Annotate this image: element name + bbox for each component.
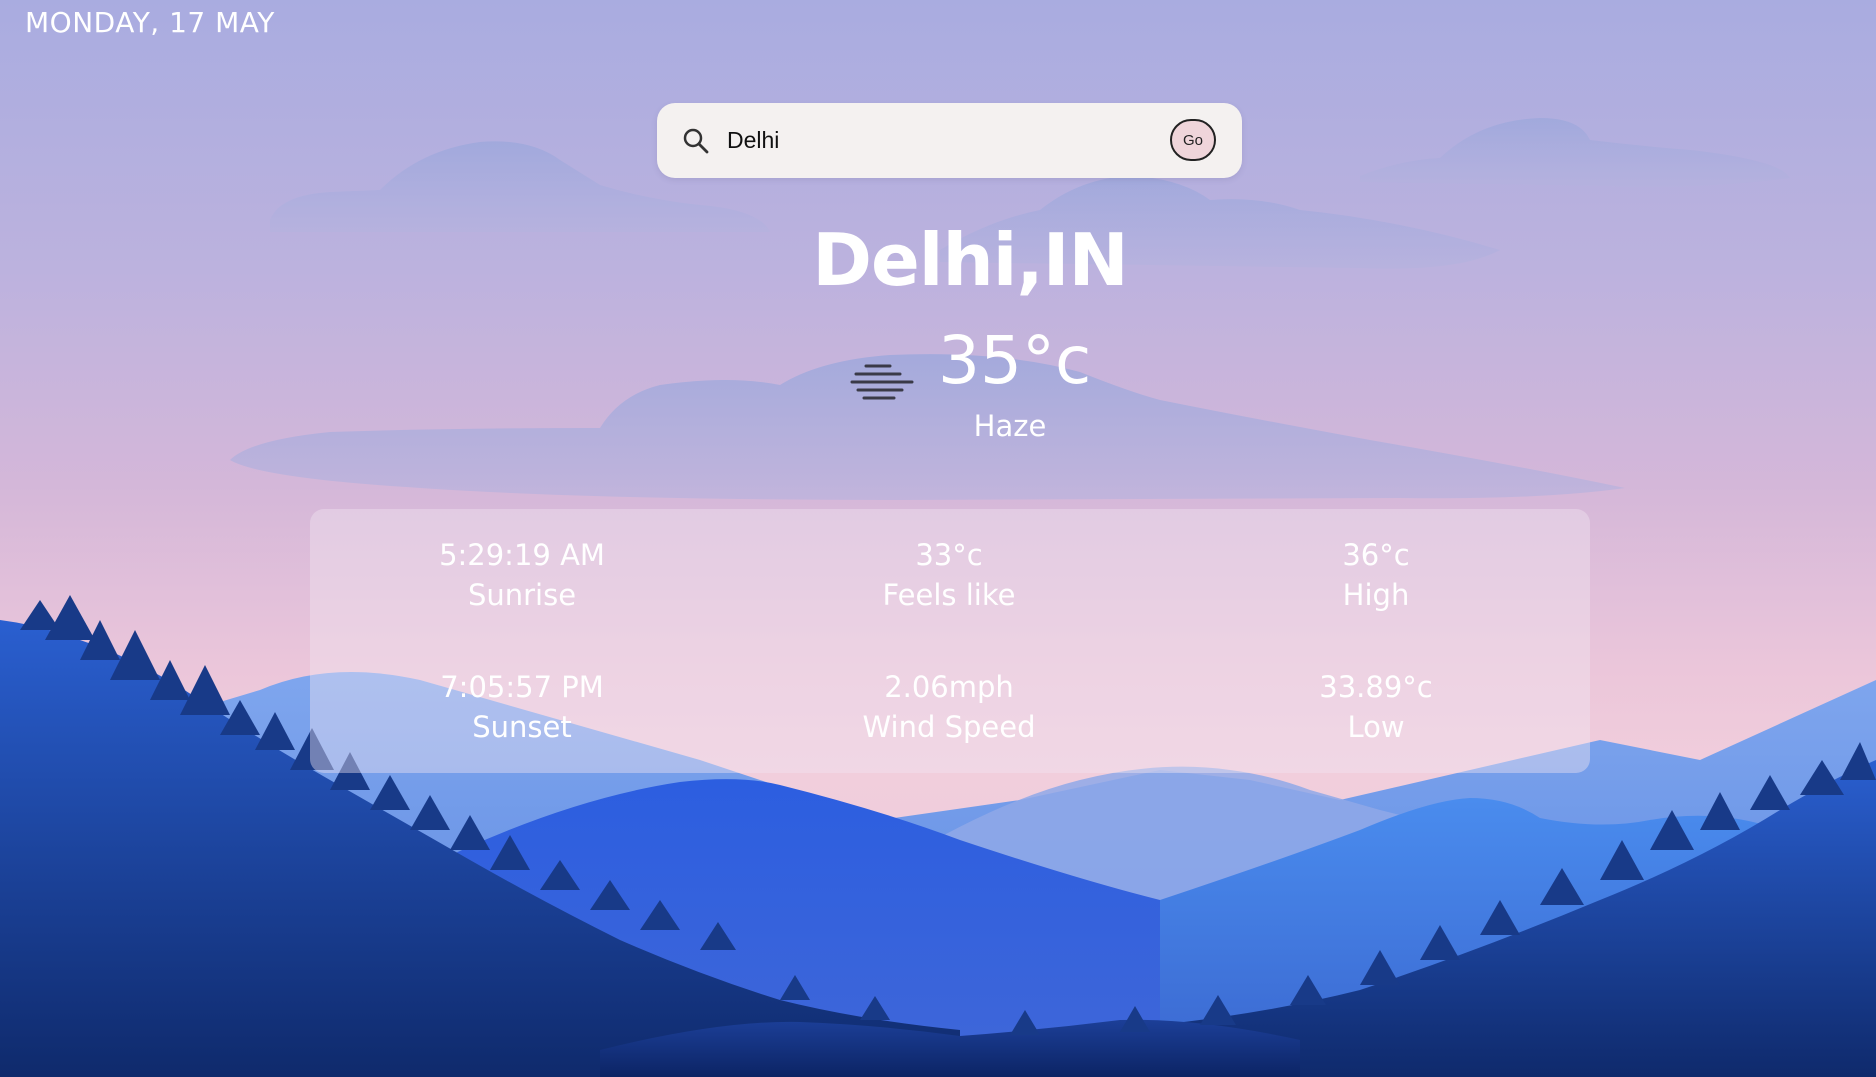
sunset-detail: 7:05:57 PM Sunset [372, 667, 672, 747]
search-bar: Go [657, 103, 1242, 178]
feels-like-value: 33°c [915, 538, 983, 572]
high-label: High [1342, 578, 1410, 612]
search-icon [683, 128, 709, 154]
weather-condition: Haze [973, 409, 1047, 443]
current-temperature: 35°c [938, 322, 1092, 399]
wind-speed-value: 2.06mph [884, 670, 1014, 704]
search-input[interactable] [727, 121, 1147, 159]
sunset-label: Sunset [472, 710, 572, 744]
low-label: Low [1347, 710, 1405, 744]
sunset-value: 7:05:57 PM [440, 670, 604, 704]
feels-like-detail: 33°c Feels like [799, 535, 1099, 615]
high-value: 36°c [1342, 538, 1410, 572]
haze-icon [850, 364, 914, 400]
sunrise-value: 5:29:19 AM [439, 538, 605, 572]
feels-like-label: Feels like [882, 578, 1016, 612]
wind-speed-label: Wind Speed [862, 710, 1036, 744]
location-title: Delhi,IN [812, 218, 1129, 302]
weather-details-panel: 5:29:19 AM Sunrise 33°c Feels like 36°c … [310, 509, 1590, 773]
weather-app: MONDAY, 17 MAY Go Delhi,IN 35°c Haze 5:2… [0, 0, 1876, 1077]
sunrise-detail: 5:29:19 AM Sunrise [372, 535, 672, 615]
wind-speed-detail: 2.06mph Wind Speed [799, 667, 1099, 747]
go-button[interactable]: Go [1170, 119, 1216, 161]
current-date: MONDAY, 17 MAY [25, 6, 275, 39]
high-detail: 36°c High [1226, 535, 1526, 615]
sunrise-label: Sunrise [467, 578, 577, 612]
low-value: 33.89°c [1319, 670, 1433, 704]
low-detail: 33.89°c Low [1226, 667, 1526, 747]
